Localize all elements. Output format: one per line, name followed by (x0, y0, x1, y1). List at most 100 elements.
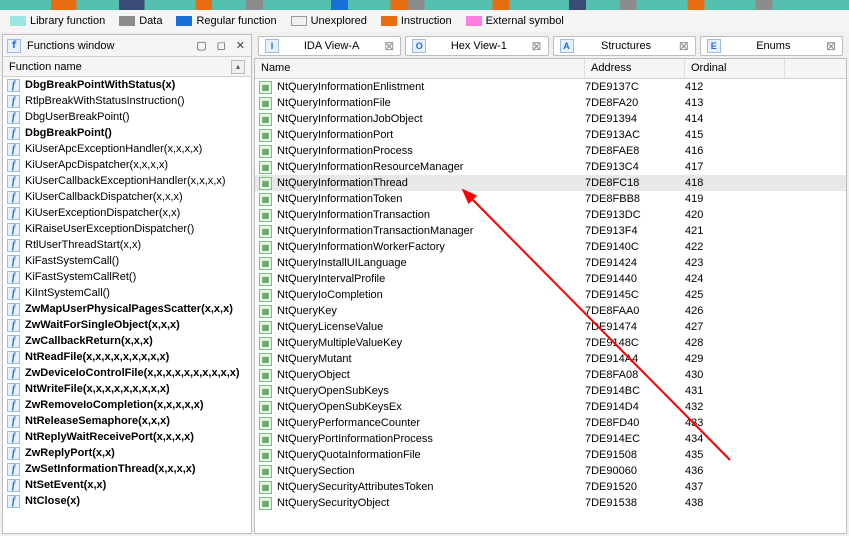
function-icon: f (7, 351, 20, 364)
tab-ida-view-a[interactable]: IIDA View-A⊠ (258, 36, 401, 56)
export-row[interactable]: ▦NtQueryInformationTransaction7DE913DC42… (255, 207, 846, 223)
export-row[interactable]: ▦NtQueryPerformanceCounter7DE8FD40433 (255, 415, 846, 431)
export-ordinal: 423 (685, 257, 785, 269)
function-row[interactable]: fKiRaiseUserExceptionDispatcher() (3, 221, 251, 237)
tab-close-icon[interactable]: ⊠ (679, 40, 689, 52)
function-row[interactable]: fDbgBreakPoint() (3, 125, 251, 141)
function-row[interactable]: fRtlUserThreadStart(x,x) (3, 237, 251, 253)
col-name[interactable]: Name (255, 59, 585, 78)
export-ordinal: 416 (685, 145, 785, 157)
export-address: 7DE8FD40 (585, 417, 685, 429)
export-row[interactable]: ▦NtQueryInformationProcess7DE8FAE8416 (255, 143, 846, 159)
function-row[interactable]: fKiUserCallbackExceptionHandler(x,x,x,x) (3, 173, 251, 189)
export-address: 7DE91538 (585, 497, 685, 509)
export-row[interactable]: ▦NtQueryInformationToken7DE8FBB8419 (255, 191, 846, 207)
function-icon: f (7, 239, 20, 252)
function-row[interactable]: fNtClose(x) (3, 493, 251, 509)
function-row[interactable]: fDbgBreakPointWithStatus(x) (3, 77, 251, 93)
function-row[interactable]: fKiFastSystemCall() (3, 253, 251, 269)
function-row[interactable]: fKiUserApcExceptionHandler(x,x,x,x) (3, 141, 251, 157)
export-icon: ▦ (259, 385, 272, 398)
function-row[interactable]: fKiIntSystemCall() (3, 285, 251, 301)
function-row[interactable]: fZwRemoveIoCompletion(x,x,x,x,x) (3, 397, 251, 413)
tab-label: Structures (580, 40, 673, 52)
export-ordinal: 418 (685, 177, 785, 189)
tab-enums[interactable]: EEnums⊠ (700, 36, 843, 56)
function-row[interactable]: fNtSetEvent(x,x) (3, 477, 251, 493)
export-name: NtQueryInformationJobObject (277, 113, 423, 125)
function-row[interactable]: fKiFastSystemCallRet() (3, 269, 251, 285)
function-icon: f (7, 159, 20, 172)
function-icon: f (7, 479, 20, 492)
function-row[interactable]: fKiUserCallbackDispatcher(x,x,x) (3, 189, 251, 205)
tab-close-icon[interactable]: ⊠ (531, 40, 541, 52)
export-ordinal: 421 (685, 225, 785, 237)
function-icon: f (7, 367, 20, 380)
functions-list[interactable]: fDbgBreakPointWithStatus(x)fRtlpBreakWit… (3, 77, 251, 533)
export-row[interactable]: ▦NtQueryObject7DE8FA08430 (255, 367, 846, 383)
export-name: NtQueryQuotaInformationFile (277, 449, 421, 461)
function-row[interactable]: fNtReadFile(x,x,x,x,x,x,x,x,x) (3, 349, 251, 365)
scroll-up-icon[interactable]: ▴ (231, 60, 245, 74)
export-row[interactable]: ▦NtQueryInformationFile7DE8FA20413 (255, 95, 846, 111)
minimize-icon[interactable]: ▢ (194, 39, 208, 52)
export-row[interactable]: ▦NtQueryPortInformationProcess7DE914EC43… (255, 431, 846, 447)
function-icon: f (7, 223, 20, 236)
function-row[interactable]: fNtReleaseSemaphore(x,x,x) (3, 413, 251, 429)
function-row[interactable]: f ZwDeviceIoControlFile(x,x,x,x,x,x,x,x,x… (3, 365, 251, 381)
function-row[interactable]: fRtlpBreakWithStatusInstruction() (3, 93, 251, 109)
tab-label: IDA View-A (285, 40, 378, 52)
close-icon[interactable]: ✕ (234, 39, 247, 52)
export-row[interactable]: ▦NtQueryInformationPort7DE913AC415 (255, 127, 846, 143)
function-row[interactable]: fNtReplyWaitReceivePort(x,x,x,x) (3, 429, 251, 445)
export-row[interactable]: ▦NtQueryInformationJobObject7DE91394414 (255, 111, 846, 127)
export-row[interactable]: ▦NtQueryInformationThread7DE8FC18418 (255, 175, 846, 191)
col-ordinal[interactable]: Ordinal (685, 59, 785, 78)
function-row[interactable]: fZwReplyPort(x,x) (3, 445, 251, 461)
export-row[interactable]: ▦NtQueryQuotaInformationFile7DE91508435 (255, 447, 846, 463)
function-row[interactable]: fZwMapUserPhysicalPagesScatter(x,x,x) (3, 301, 251, 317)
export-row[interactable]: ▦NtQueryInformationTransactionManager7DE… (255, 223, 846, 239)
function-row[interactable]: fZwSetInformationThread(x,x,x,x) (3, 461, 251, 477)
export-row[interactable]: ▦NtQueryInformationResourceManager7DE913… (255, 159, 846, 175)
export-icon: ▦ (259, 81, 272, 94)
export-row[interactable]: ▦NtQueryInstallUILanguage7DE91424423 (255, 255, 846, 271)
function-row[interactable]: fNtWriteFile(x,x,x,x,x,x,x,x,x) (3, 381, 251, 397)
export-row[interactable]: ▦NtQueryOpenSubKeysEx7DE914D4432 (255, 399, 846, 415)
export-row[interactable]: ▦NtQuerySection7DE90060436 (255, 463, 846, 479)
function-icon: f (7, 175, 20, 188)
export-row[interactable]: ▦NtQueryInformationWorkerFactory7DE9140C… (255, 239, 846, 255)
export-row[interactable]: ▦NtQueryKey7DE8FAA0426 (255, 303, 846, 319)
function-row[interactable]: fKiUserApcDispatcher(x,x,x,x) (3, 157, 251, 173)
export-name: NtQueryInformationTransactionManager (277, 225, 473, 237)
col-address[interactable]: Address (585, 59, 685, 78)
overview-strip[interactable] (0, 0, 849, 10)
tab-structures[interactable]: AStructures⊠ (553, 36, 696, 56)
function-name: DbgBreakPointWithStatus(x) (25, 79, 175, 91)
tab-close-icon[interactable]: ⊠ (384, 40, 394, 52)
export-row[interactable]: ▦NtQueryMutant7DE914A4429 (255, 351, 846, 367)
function-row[interactable]: fZwCallbackReturn(x,x,x) (3, 333, 251, 349)
restore-icon[interactable]: ◻ (215, 39, 228, 52)
functions-column-header[interactable]: Function name (9, 61, 82, 73)
function-row[interactable]: fDbgUserBreakPoint() (3, 109, 251, 125)
function-icon: f (7, 271, 20, 284)
tab-hex-view-1[interactable]: OHex View-1⊠ (405, 36, 548, 56)
export-row[interactable]: ▦NtQuerySecurityAttributesToken7DE915204… (255, 479, 846, 495)
functions-window-icon: f (7, 39, 21, 53)
export-row[interactable]: ▦NtQueryIoCompletion7DE9145C425 (255, 287, 846, 303)
tab-close-icon[interactable]: ⊠ (826, 40, 836, 52)
export-row[interactable]: ▦NtQueryOpenSubKeys7DE914BC431 (255, 383, 846, 399)
export-address: 7DE9137C (585, 81, 685, 93)
export-row[interactable]: ▦NtQueryLicenseValue7DE91474427 (255, 319, 846, 335)
export-row[interactable]: ▦NtQueryInformationEnlistment7DE9137C412 (255, 79, 846, 95)
export-row[interactable]: ▦NtQuerySecurityObject7DE91538438 (255, 495, 846, 511)
export-row[interactable]: ▦NtQueryIntervalProfile7DE91440424 (255, 271, 846, 287)
function-name: ZwDeviceIoControlFile(x,x,x,x,x,x,x,x,x,… (25, 367, 240, 379)
function-row[interactable]: fKiUserExceptionDispatcher(x,x) (3, 205, 251, 221)
function-row[interactable]: fZwWaitForSingleObject(x,x,x) (3, 317, 251, 333)
exports-body[interactable]: ▦NtQueryInformationEnlistment7DE9137C412… (255, 79, 846, 511)
export-icon: ▦ (259, 289, 272, 302)
function-name: KiIntSystemCall() (25, 287, 110, 299)
export-row[interactable]: ▦NtQueryMultipleValueKey7DE9148C428 (255, 335, 846, 351)
